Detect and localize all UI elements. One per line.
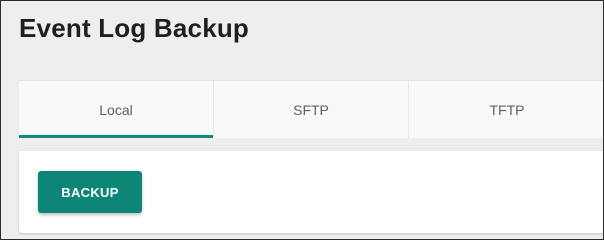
page-title: Event Log Backup xyxy=(19,13,250,43)
tab-sftp[interactable]: SFTP xyxy=(214,81,409,138)
tab-tftp[interactable]: TFTP xyxy=(409,81,603,138)
local-backup-card: BACKUP xyxy=(19,151,603,233)
event-log-backup-panel: Event Log Backup Local SFTP TFTP BACKUP xyxy=(0,0,604,240)
tab-sftp-label: SFTP xyxy=(293,101,329,118)
active-tab-indicator xyxy=(19,135,213,138)
tab-local[interactable]: Local xyxy=(19,81,214,138)
backup-button[interactable]: BACKUP xyxy=(38,171,142,213)
tab-local-label: Local xyxy=(99,101,133,118)
tab-bar: Local SFTP TFTP xyxy=(19,80,603,138)
tab-tftp-label: TFTP xyxy=(489,101,525,118)
